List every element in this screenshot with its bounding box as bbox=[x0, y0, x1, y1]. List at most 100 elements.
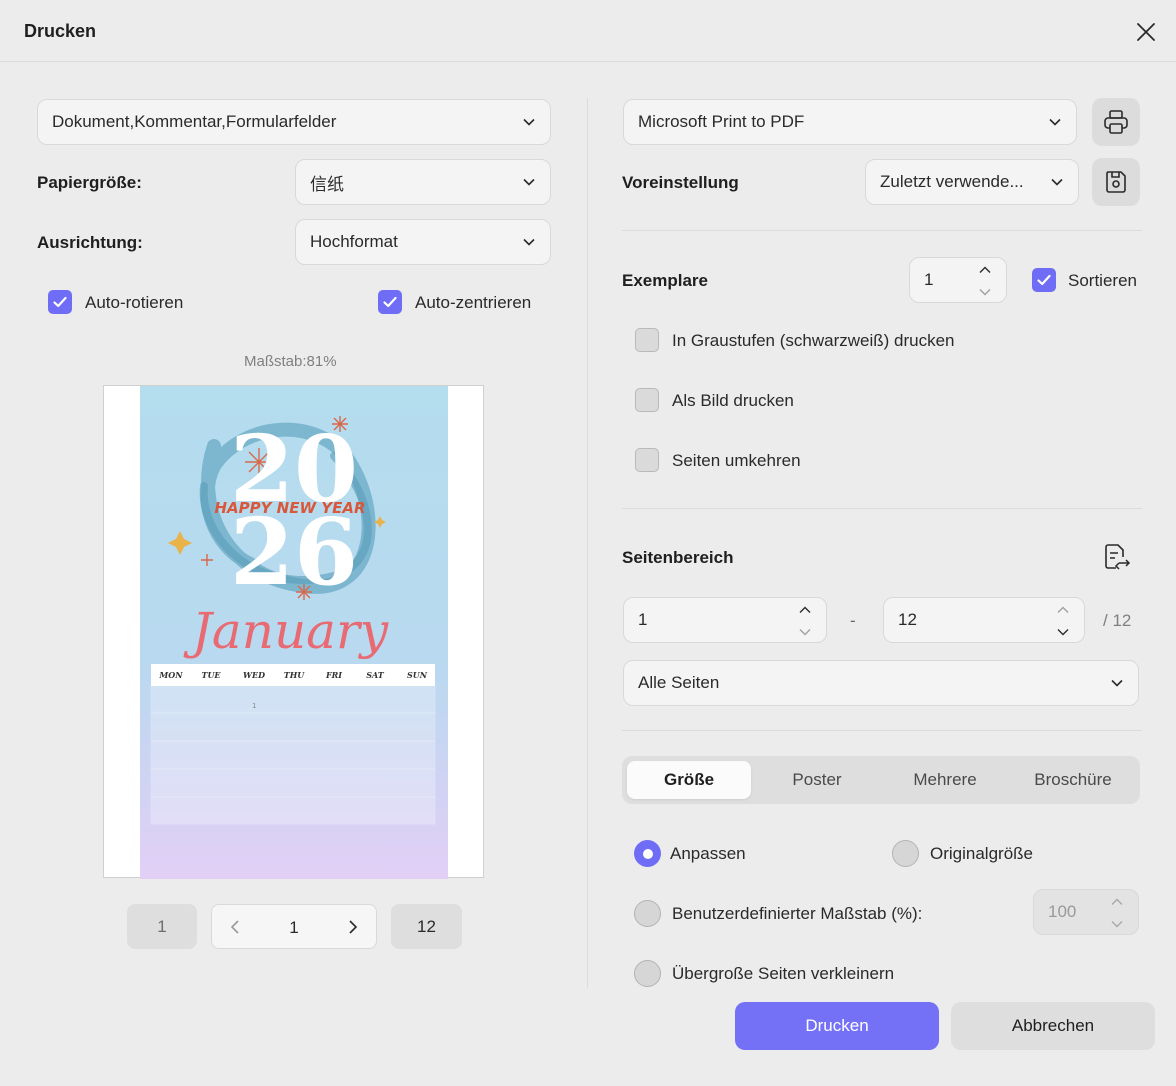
close-icon bbox=[1137, 23, 1155, 41]
range-to-stepper[interactable]: 12 bbox=[883, 597, 1085, 643]
tab-multiple[interactable]: Mehrere bbox=[883, 761, 1007, 799]
auto-center-label: Auto-zentrieren bbox=[415, 293, 532, 312]
close-button[interactable] bbox=[1128, 14, 1164, 50]
fit-radio[interactable] bbox=[634, 840, 661, 867]
preview-headline: HAPPY NEW YEAR bbox=[214, 499, 365, 517]
orientation-value: Hochformat bbox=[310, 232, 398, 251]
chevron-down-icon[interactable] bbox=[1111, 920, 1123, 928]
original-size-radio[interactable] bbox=[892, 840, 919, 867]
column-divider bbox=[587, 98, 588, 988]
preview-weekday: WED bbox=[243, 670, 265, 680]
chevron-down-icon[interactable] bbox=[979, 288, 991, 296]
as-image-checkbox[interactable] bbox=[635, 388, 659, 412]
range-from-value: 1 bbox=[638, 610, 648, 629]
preview-weekday: SUN bbox=[407, 670, 428, 680]
first-page-button[interactable]: 1 bbox=[127, 904, 197, 949]
grayscale-checkbox[interactable] bbox=[635, 328, 659, 352]
copies-value: 1 bbox=[924, 270, 934, 289]
collate-checkbox[interactable] bbox=[1032, 268, 1056, 292]
preview-weekday: FRI bbox=[325, 670, 342, 680]
sizing-tabs: Größe Poster Mehrere Broschüre bbox=[622, 756, 1140, 804]
preview-weekday: TUE bbox=[201, 670, 221, 680]
content-select-value: Dokument,Kommentar,Formularfelder bbox=[52, 112, 337, 131]
custom-scale-radio[interactable] bbox=[634, 900, 661, 927]
page-range-toggle[interactable] bbox=[1100, 541, 1132, 573]
print-button[interactable]: Drucken bbox=[735, 1002, 939, 1050]
chevron-down-icon bbox=[522, 115, 536, 129]
page-navigator: 1 bbox=[211, 904, 377, 949]
auto-rotate-label: Auto-rotieren bbox=[85, 293, 184, 312]
tab-booklet[interactable]: Broschüre bbox=[1011, 761, 1135, 799]
tab-size[interactable]: Größe bbox=[627, 761, 751, 799]
preview-weekday: MON bbox=[158, 670, 183, 680]
check-icon bbox=[53, 296, 67, 308]
shrink-oversized-radio[interactable] bbox=[634, 960, 661, 987]
preview-weekday: THU bbox=[284, 670, 306, 680]
auto-rotate-checkbox[interactable] bbox=[48, 290, 72, 314]
dialog-title: Drucken bbox=[24, 21, 97, 41]
preset-value: Zuletzt verwende... bbox=[880, 172, 1024, 191]
preset-select[interactable]: Zuletzt verwende... bbox=[865, 159, 1079, 205]
section-divider bbox=[622, 230, 1142, 231]
last-page-button[interactable]: 12 bbox=[391, 904, 462, 949]
tab-poster[interactable]: Poster bbox=[755, 761, 879, 799]
collate-label: Sortieren bbox=[1068, 271, 1137, 290]
custom-scale-label: Benutzerdefinierter Maßstab (%): bbox=[672, 904, 923, 923]
chevron-down-icon bbox=[522, 235, 536, 249]
range-from-stepper[interactable]: 1 bbox=[623, 597, 827, 643]
preview-weekday: SAT bbox=[366, 670, 385, 680]
check-icon bbox=[1037, 274, 1051, 286]
chevron-down-icon bbox=[1048, 115, 1062, 129]
printer-value: Microsoft Print to PDF bbox=[638, 112, 805, 131]
chevron-right-icon[interactable] bbox=[344, 918, 362, 936]
calendar-page-image: 20 26 HAPPY NEW YEAR January MON TUE WED… bbox=[140, 386, 448, 879]
paper-size-select[interactable]: 信纸 bbox=[295, 159, 551, 205]
chevron-down-icon bbox=[1050, 175, 1064, 189]
cancel-button[interactable]: Abbrechen bbox=[951, 1002, 1155, 1050]
title-bar: Drucken bbox=[0, 0, 1176, 62]
chevron-up-icon[interactable] bbox=[799, 606, 811, 614]
orientation-select[interactable]: Hochformat bbox=[295, 219, 551, 265]
original-size-label: Originalgröße bbox=[930, 844, 1033, 863]
check-icon bbox=[383, 296, 397, 308]
range-total: / 12 bbox=[1103, 611, 1132, 630]
chevron-up-icon[interactable] bbox=[979, 266, 991, 274]
orientation-label: Ausrichtung: bbox=[37, 233, 143, 252]
section-divider bbox=[622, 508, 1142, 509]
chevron-down-icon[interactable] bbox=[799, 628, 811, 636]
content-select[interactable]: Dokument,Kommentar,Formularfelder bbox=[37, 99, 551, 145]
as-image-label: Als Bild drucken bbox=[672, 391, 794, 410]
reverse-pages-label: Seiten umkehren bbox=[672, 451, 801, 470]
chevron-up-icon[interactable] bbox=[1057, 606, 1069, 614]
chevron-down-icon bbox=[1110, 676, 1124, 690]
paper-size-label: Papiergröße: bbox=[37, 173, 142, 192]
page-preview: 20 26 HAPPY NEW YEAR January MON TUE WED… bbox=[103, 385, 484, 879]
page-range-label: Seitenbereich bbox=[622, 548, 734, 567]
custom-scale-stepper[interactable]: 100 bbox=[1033, 889, 1139, 935]
preview-month: January bbox=[183, 602, 389, 660]
print-dialog: Drucken Dokument,Kommentar,Formularfelde… bbox=[0, 0, 1176, 1086]
reverse-pages-checkbox[interactable] bbox=[635, 448, 659, 472]
scale-label: Maßstab:81% bbox=[244, 353, 337, 370]
document-swap-icon bbox=[1105, 544, 1131, 570]
printer-icon bbox=[1104, 110, 1128, 134]
custom-scale-value: 100 bbox=[1048, 902, 1077, 921]
paper-size-value: 信纸 bbox=[310, 174, 344, 194]
save-preset-button[interactable] bbox=[1092, 158, 1140, 206]
grayscale-label: In Graustufen (schwarzweiß) drucken bbox=[672, 331, 955, 350]
pages-subset-select[interactable]: Alle Seiten bbox=[623, 660, 1139, 706]
range-to-value: 12 bbox=[898, 610, 917, 629]
chevron-down-icon bbox=[522, 175, 536, 189]
auto-center-checkbox[interactable] bbox=[378, 290, 402, 314]
printer-select[interactable]: Microsoft Print to PDF bbox=[623, 99, 1077, 145]
shrink-oversized-label: Übergroße Seiten verkleinern bbox=[672, 964, 895, 983]
preset-label: Voreinstellung bbox=[622, 173, 739, 192]
pages-subset-value: Alle Seiten bbox=[638, 673, 720, 692]
copies-stepper[interactable]: 1 bbox=[909, 257, 1007, 303]
chevron-up-icon[interactable] bbox=[1111, 898, 1123, 906]
printer-properties-button[interactable] bbox=[1092, 98, 1140, 146]
chevron-down-icon[interactable] bbox=[1057, 628, 1069, 636]
range-separator: - bbox=[850, 611, 856, 630]
save-icon bbox=[1106, 171, 1126, 193]
fit-label: Anpassen bbox=[670, 844, 746, 863]
